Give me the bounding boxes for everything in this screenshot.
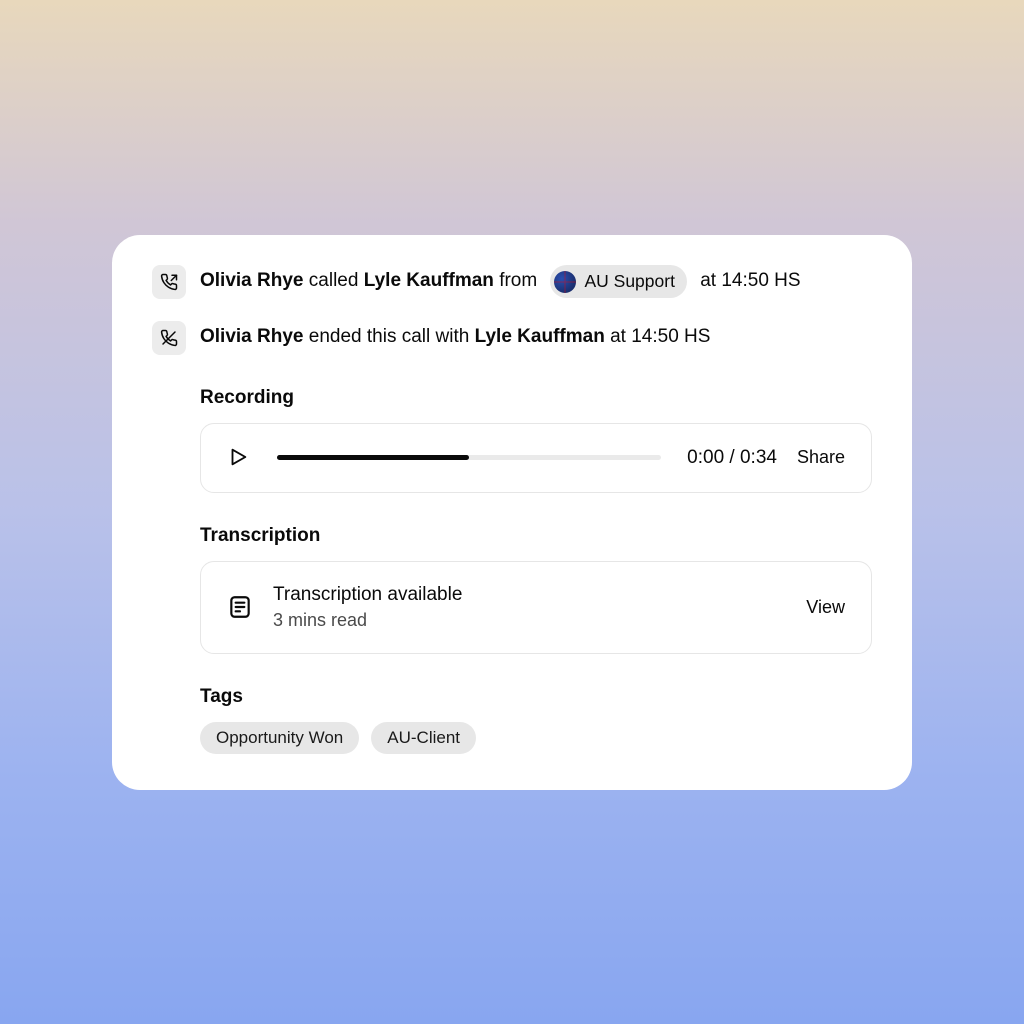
recording-title: Recording [200, 387, 872, 409]
event-text: Olivia Rhye called Lyle Kauffman from AU… [200, 265, 801, 297]
event-callee: Lyle Kauffman [364, 267, 494, 296]
recording-panel: 0:00 / 0:34 Share [200, 423, 872, 493]
event-row: Olivia Rhye called Lyle Kauffman from AU… [152, 265, 872, 299]
tag-chip[interactable]: AU-Client [371, 722, 476, 754]
event-row: Olivia Rhye ended this call with Lyle Ka… [152, 321, 872, 355]
tags-section: Tags Opportunity Won AU-Client [152, 686, 872, 754]
event-time: at 14:50 HS [695, 267, 801, 296]
event-verb: ended this call with [304, 323, 475, 352]
chip-label: AU Support [584, 268, 674, 294]
recording-time: 0:00 / 0:34 [687, 447, 777, 469]
call-activity-card: Olivia Rhye called Lyle Kauffman from AU… [112, 235, 912, 790]
event-actor: Olivia Rhye [200, 267, 304, 296]
event-verb: called [304, 267, 364, 296]
event-from: from [494, 267, 543, 296]
recording-section: Recording 0:00 / 0:34 Share [152, 387, 872, 493]
call-end-icon [152, 321, 186, 355]
transcription-panel: Transcription available 3 mins read View [200, 561, 872, 654]
tags-row: Opportunity Won AU-Client [200, 722, 872, 754]
source-chip[interactable]: AU Support [550, 265, 686, 297]
event-list: Olivia Rhye called Lyle Kauffman from AU… [152, 265, 872, 355]
australia-flag-icon [554, 271, 576, 293]
event-callee: Lyle Kauffman [475, 323, 605, 352]
recording-progress[interactable] [277, 455, 661, 460]
call-outgoing-icon [152, 265, 186, 299]
transcription-text-block: Transcription available 3 mins read [273, 584, 786, 631]
recording-progress-fill [277, 455, 469, 460]
view-button[interactable]: View [806, 597, 845, 618]
share-button[interactable]: Share [797, 447, 845, 468]
tag-chip[interactable]: Opportunity Won [200, 722, 359, 754]
event-text: Olivia Rhye ended this call with Lyle Ka… [200, 323, 710, 352]
transcription-status: Transcription available [273, 584, 786, 606]
transcription-title: Transcription [200, 525, 872, 547]
event-time: at 14:50 HS [605, 323, 711, 352]
transcription-section: Transcription Transcription available 3 … [152, 525, 872, 654]
event-actor: Olivia Rhye [200, 323, 304, 352]
tags-title: Tags [200, 686, 872, 708]
transcription-read-time: 3 mins read [273, 610, 786, 631]
document-icon [227, 594, 253, 620]
play-button[interactable] [227, 446, 251, 470]
